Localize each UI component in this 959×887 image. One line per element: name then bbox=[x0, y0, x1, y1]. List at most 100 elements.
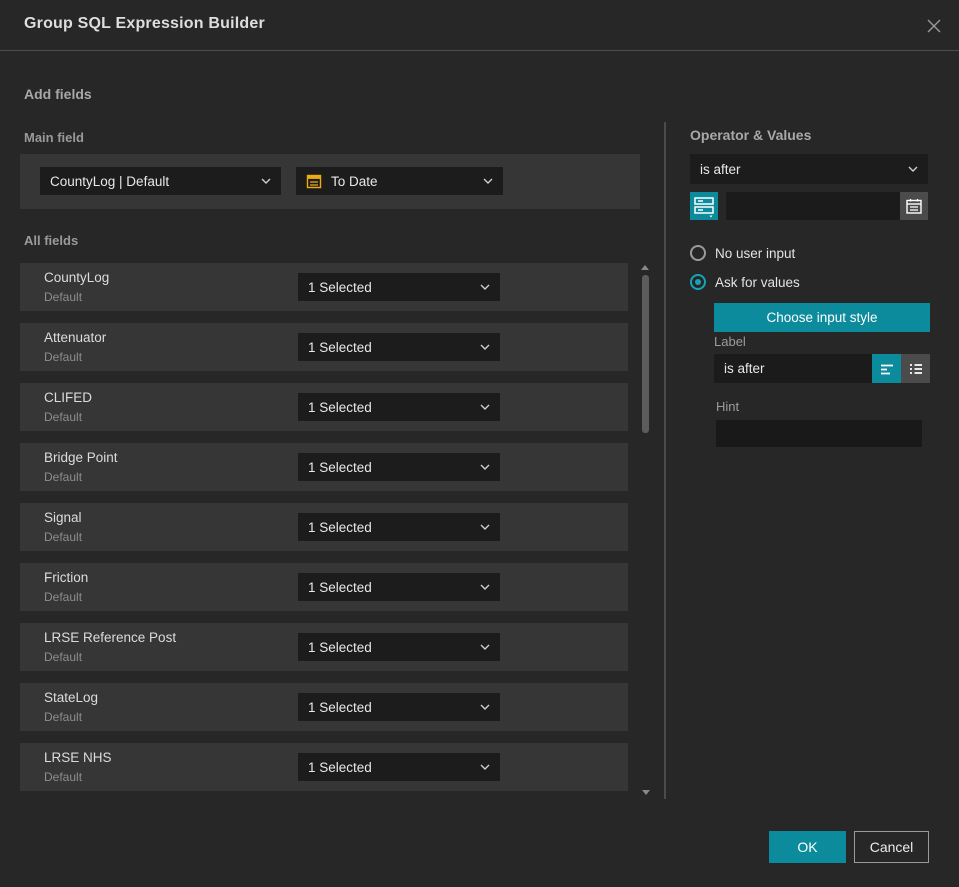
field-row: Bridge Point Default 1 Selected bbox=[20, 443, 628, 491]
field-name: Bridge Point bbox=[44, 450, 118, 465]
main-date-dropdown-value: To Date bbox=[331, 173, 378, 189]
scrollbar-down-arrow[interactable] bbox=[642, 790, 650, 795]
field-row: Friction Default 1 Selected bbox=[20, 563, 628, 611]
single-line-input-style-button[interactable] bbox=[872, 354, 901, 383]
choose-input-style-button[interactable]: Choose input style bbox=[714, 303, 930, 332]
hint-field-label: Hint bbox=[716, 399, 740, 414]
radio-no-user-input[interactable]: No user input bbox=[690, 245, 795, 261]
dialog-header: Group SQL Expression Builder bbox=[0, 0, 959, 51]
chevron-down-icon bbox=[483, 178, 493, 184]
calendar-icon bbox=[306, 173, 322, 189]
date-value-input[interactable] bbox=[726, 192, 900, 220]
main-field-label: Main field bbox=[24, 130, 84, 145]
field-row: CountyLog Default 1 Selected bbox=[20, 263, 628, 311]
field-selection-dropdown[interactable]: 1 Selected bbox=[298, 513, 500, 541]
close-icon[interactable] bbox=[924, 16, 944, 36]
operator-dropdown-value: is after bbox=[700, 161, 741, 177]
field-selection-value: 1 Selected bbox=[308, 279, 372, 295]
chevron-down-icon bbox=[480, 404, 490, 410]
radio-circle[interactable] bbox=[690, 245, 706, 261]
list-input-icon bbox=[909, 363, 922, 374]
ok-button[interactable]: OK bbox=[769, 831, 846, 863]
field-selection-value: 1 Selected bbox=[308, 399, 372, 415]
chevron-down-icon bbox=[480, 584, 490, 590]
chevron-down-icon bbox=[480, 524, 490, 530]
radio-ask-for-values-label: Ask for values bbox=[715, 274, 800, 290]
field-type: Default bbox=[44, 530, 83, 544]
radio-no-user-input-label: No user input bbox=[715, 245, 796, 261]
field-name: Attenuator bbox=[44, 330, 107, 345]
value-list-picker-button[interactable] bbox=[690, 192, 718, 220]
single-line-input-icon bbox=[880, 364, 893, 374]
scrollbar-thumb[interactable] bbox=[642, 275, 649, 433]
field-selection-value: 1 Selected bbox=[308, 759, 372, 775]
all-fields-label: All fields bbox=[24, 233, 79, 248]
label-field-label: Label bbox=[714, 334, 746, 349]
field-selection-dropdown[interactable]: 1 Selected bbox=[298, 573, 500, 601]
calendar-icon bbox=[906, 199, 922, 214]
group-sql-expression-builder-dialog: Group SQL Expression Builder Add fields … bbox=[0, 0, 959, 887]
radio-circle[interactable] bbox=[690, 274, 706, 290]
chevron-down-icon bbox=[480, 644, 490, 650]
field-selection-value: 1 Selected bbox=[308, 339, 372, 355]
field-type: Default bbox=[44, 350, 83, 364]
field-name: CLIFED bbox=[44, 390, 93, 405]
field-type: Default bbox=[44, 410, 83, 424]
value-list-picker-icon bbox=[694, 197, 714, 218]
field-selection-value: 1 Selected bbox=[308, 699, 372, 715]
chevron-down-icon bbox=[480, 764, 490, 770]
field-selection-dropdown[interactable]: 1 Selected bbox=[298, 693, 500, 721]
chevron-down-icon bbox=[480, 464, 490, 470]
field-name: Signal bbox=[44, 510, 82, 525]
chevron-down-icon bbox=[480, 284, 490, 290]
calendar-picker-button[interactable] bbox=[900, 192, 928, 220]
field-type: Default bbox=[44, 290, 83, 304]
main-field-dropdown[interactable]: CountyLog | Default bbox=[40, 167, 281, 195]
add-fields-heading: Add fields bbox=[24, 86, 92, 102]
cancel-button[interactable]: Cancel bbox=[854, 831, 929, 863]
field-name: LRSE NHS bbox=[44, 750, 112, 765]
chevron-down-icon bbox=[908, 166, 918, 172]
field-type: Default bbox=[44, 590, 83, 604]
field-row: CLIFED Default 1 Selected bbox=[20, 383, 628, 431]
field-selection-dropdown[interactable]: 1 Selected bbox=[298, 453, 500, 481]
field-row: Signal Default 1 Selected bbox=[20, 503, 628, 551]
scrollbar-up-arrow[interactable] bbox=[641, 265, 649, 270]
field-row: LRSE NHS Default 1 Selected bbox=[20, 743, 628, 791]
chevron-down-icon bbox=[261, 178, 271, 184]
main-field-panel: CountyLog | Default To Date bbox=[20, 154, 640, 209]
field-selection-value: 1 Selected bbox=[308, 519, 372, 535]
radio-ask-for-values[interactable]: Ask for values bbox=[690, 274, 800, 290]
field-selection-value: 1 Selected bbox=[308, 579, 372, 595]
field-name: LRSE Reference Post bbox=[44, 630, 177, 645]
chevron-down-icon bbox=[480, 344, 490, 350]
main-date-dropdown[interactable]: To Date bbox=[296, 167, 503, 195]
field-selection-dropdown[interactable]: 1 Selected bbox=[298, 633, 500, 661]
field-name: Friction bbox=[44, 570, 89, 585]
field-selection-dropdown[interactable]: 1 Selected bbox=[298, 333, 500, 361]
field-selection-value: 1 Selected bbox=[308, 639, 372, 655]
field-name: StateLog bbox=[44, 690, 99, 705]
field-type: Default bbox=[44, 710, 83, 724]
field-type: Default bbox=[44, 770, 83, 784]
hint-input[interactable] bbox=[716, 420, 922, 447]
field-type: Default bbox=[44, 650, 83, 664]
list-input-style-button[interactable] bbox=[901, 354, 930, 383]
field-row: StateLog Default 1 Selected bbox=[20, 683, 628, 731]
main-field-dropdown-value: CountyLog | Default bbox=[50, 173, 170, 189]
field-selection-dropdown[interactable]: 1 Selected bbox=[298, 273, 500, 301]
field-name: CountyLog bbox=[44, 270, 110, 285]
field-selection-dropdown[interactable]: 1 Selected bbox=[298, 393, 500, 421]
all-fields-list: CountyLog Default 1 Selected Attenuator … bbox=[20, 263, 628, 803]
field-selection-value: 1 Selected bbox=[308, 459, 372, 475]
field-selection-dropdown[interactable]: 1 Selected bbox=[298, 753, 500, 781]
operator-values-heading: Operator & Values bbox=[690, 127, 812, 143]
dialog-title: Group SQL Expression Builder bbox=[24, 15, 265, 32]
field-row: LRSE Reference Post Default 1 Selected bbox=[20, 623, 628, 671]
field-row: Attenuator Default 1 Selected bbox=[20, 323, 628, 371]
operator-dropdown[interactable]: is after bbox=[690, 154, 928, 184]
label-input[interactable] bbox=[714, 354, 872, 383]
panel-divider bbox=[664, 122, 666, 799]
chevron-down-icon bbox=[480, 704, 490, 710]
field-type: Default bbox=[44, 470, 83, 484]
